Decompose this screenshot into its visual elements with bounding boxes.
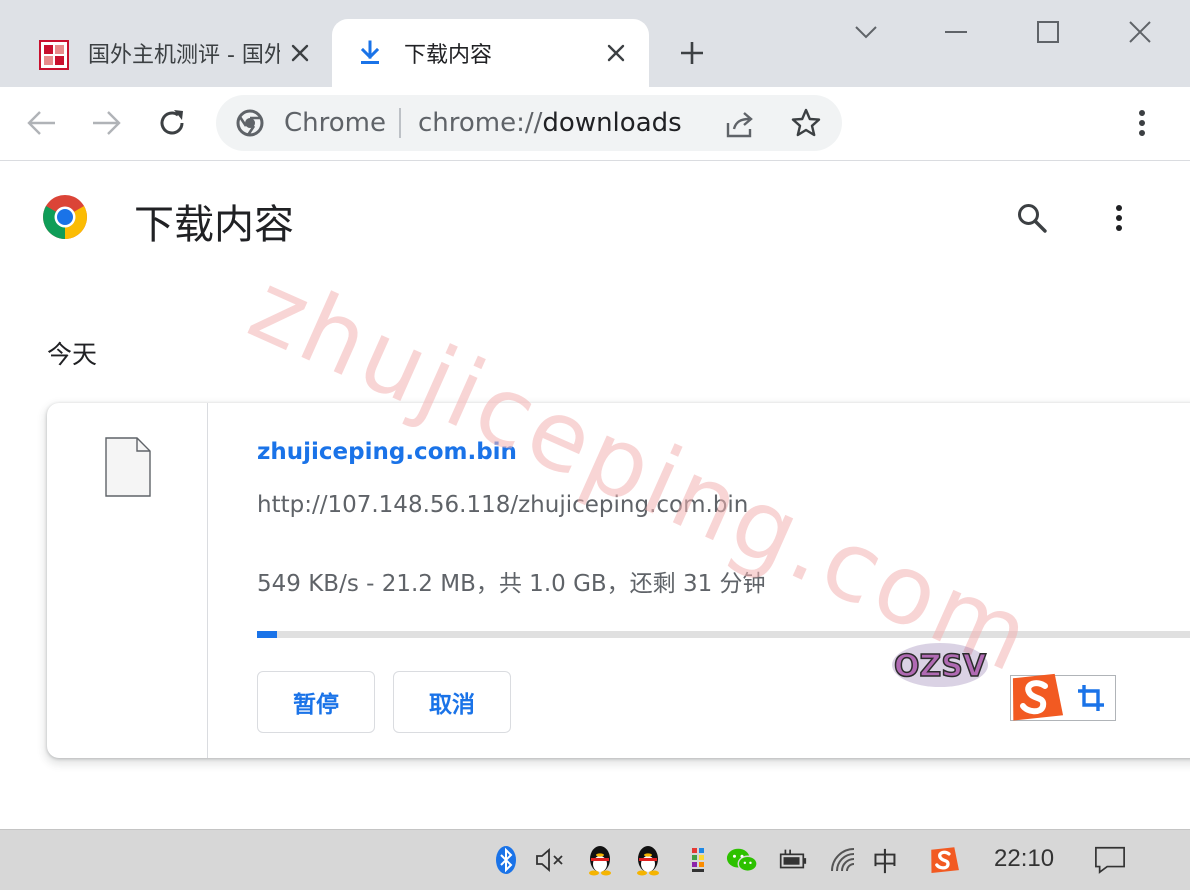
download-status: 549 KB/s - 21.2 MB，共 1.0 GB，还剩 31 分钟 (257, 571, 766, 597)
back-button[interactable] (20, 101, 64, 145)
maximize-icon (1037, 21, 1059, 43)
wechat-icon[interactable] (726, 844, 758, 876)
sogou-tray-icon[interactable] (928, 844, 960, 876)
browser-menu-button[interactable] (1120, 101, 1164, 145)
tab-title: 国外主机测评 - 国外VPS (88, 43, 280, 68)
omnibox-separator (399, 108, 401, 138)
forward-button[interactable] (84, 101, 128, 145)
reload-button[interactable] (150, 101, 194, 145)
qq-penguin-icon[interactable] (632, 844, 664, 876)
battery-charging-icon[interactable] (776, 844, 808, 876)
url-scheme: chrome:// (418, 108, 543, 138)
section-date-header: 今天 (47, 340, 98, 369)
crop-icon[interactable] (1077, 684, 1105, 712)
ozsv-sticker-icon: OZSV (892, 643, 988, 687)
search-icon (1018, 204, 1047, 233)
close-window-button[interactable] (1120, 14, 1160, 50)
sticker-text: OZSV (894, 649, 987, 684)
maximize-button[interactable] (1028, 14, 1068, 50)
bluetooth-icon[interactable] (490, 844, 522, 876)
page-title: 下载内容 (134, 202, 294, 248)
toolbar: Chrome chrome://downloads (0, 87, 1190, 161)
download-progress-bar (257, 631, 1190, 638)
ime-floating-toolbar[interactable] (1010, 673, 1116, 721)
minimize-button[interactable] (936, 14, 976, 50)
new-tab-button[interactable] (674, 35, 710, 71)
omnibox-url[interactable]: chrome://downloads (418, 108, 682, 138)
reload-icon (160, 110, 184, 135)
omnibox[interactable]: Chrome chrome://downloads (216, 95, 842, 151)
seal-favicon-icon (39, 40, 69, 70)
tab-close-icon[interactable] (602, 39, 630, 67)
file-icon (105, 437, 151, 497)
action-center-icon[interactable] (1094, 844, 1126, 876)
taskbar-clock[interactable]: 22:10 (994, 845, 1054, 873)
arrow-left-icon (27, 111, 55, 135)
kebab-menu-icon (1116, 205, 1122, 231)
file-icon-column (47, 403, 208, 758)
qq-penguin-icon[interactable] (584, 844, 616, 876)
downloads-menu-button[interactable] (1097, 196, 1141, 240)
chrome-logo-icon (43, 195, 87, 239)
tab-search-button[interactable] (846, 14, 886, 50)
tab-strip: 国外主机测评 - 国外VPS 下载内容 (0, 0, 1190, 87)
plus-icon (681, 42, 703, 64)
share-icon[interactable] (724, 109, 756, 139)
tab-downloads[interactable]: 下载内容 (332, 19, 649, 87)
bookmark-star-icon[interactable] (790, 107, 822, 139)
chevron-down-icon (855, 26, 877, 39)
search-downloads-button[interactable] (1010, 196, 1054, 240)
tab-zhujiceping[interactable]: 国外主机测评 - 国外VPS (22, 19, 326, 87)
cancel-button[interactable]: 取消 (393, 671, 511, 733)
download-icon (360, 40, 380, 64)
pause-button[interactable]: 暂停 (257, 671, 375, 733)
kebab-menu-icon (1139, 110, 1145, 136)
input-language-indicator[interactable]: 中 (872, 842, 898, 879)
close-icon (1129, 21, 1151, 43)
colorful-app-icon[interactable] (682, 844, 714, 876)
chrome-logo-icon (236, 109, 264, 137)
wifi-icon[interactable] (828, 844, 860, 876)
url-host: downloads (542, 108, 682, 138)
volume-muted-icon[interactable] (534, 844, 566, 876)
download-progress-fill (257, 631, 277, 638)
sogou-logo-icon (1012, 673, 1064, 721)
arrow-right-icon (93, 111, 121, 135)
omnibox-chip: Chrome (284, 108, 386, 138)
minimize-icon (945, 31, 967, 33)
tab-close-icon[interactable] (286, 39, 314, 67)
taskbar: 中 22:10 (0, 829, 1190, 890)
tab-title: 下载内容 (404, 43, 493, 68)
